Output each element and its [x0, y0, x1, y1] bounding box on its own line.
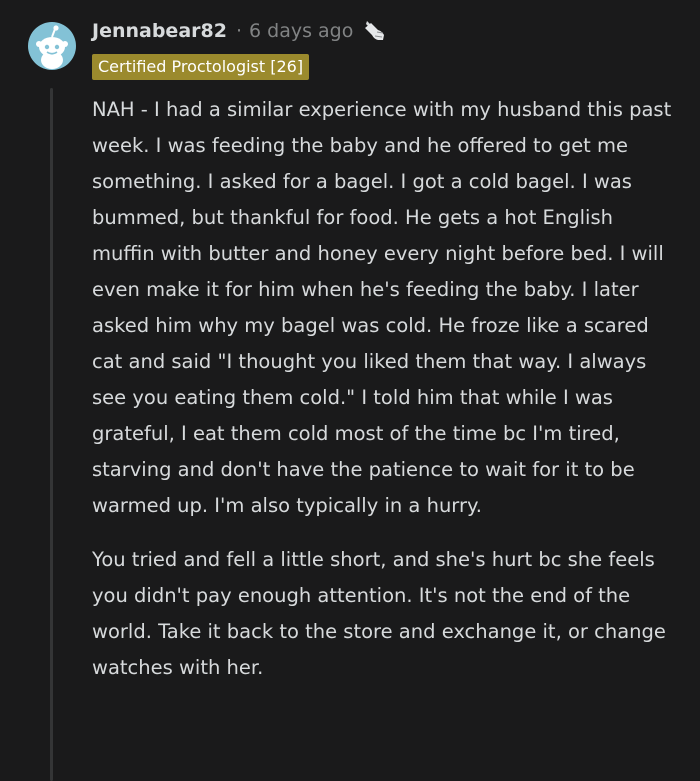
- snoo-avatar-icon[interactable]: [28, 22, 76, 70]
- meta-separator: ·: [235, 20, 242, 42]
- username-link[interactable]: Jennabear82: [92, 20, 227, 42]
- award-hands-icon[interactable]: [361, 18, 387, 44]
- comment-paragraph: NAH - I had a similar experience with my…: [92, 98, 672, 517]
- comment-meta: Jennabear82 · 6 days ago: [92, 14, 387, 48]
- user-flair-badge: Certified Proctologist [26]: [92, 54, 310, 80]
- comment-body: NAH - I had a similar experience with my…: [92, 92, 672, 686]
- timestamp-link[interactable]: 6 days ago: [249, 20, 353, 42]
- comment: Jennabear82 · 6 days ago Certified Proct…: [0, 0, 700, 781]
- thread-collapse-line[interactable]: [50, 88, 53, 781]
- comment-paragraph: You tried and fell a little short, and s…: [92, 548, 666, 679]
